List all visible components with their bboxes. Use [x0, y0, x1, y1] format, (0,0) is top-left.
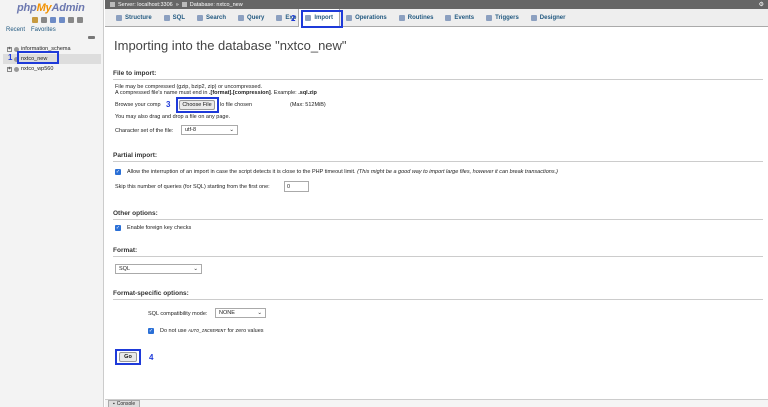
breadcrumb-server[interactable]: Server: localhost:3306 [118, 2, 173, 8]
console-toggle[interactable]: ▪ Console [108, 400, 141, 407]
allow-interrupt-label: Allow the interruption of an import in c… [127, 169, 558, 175]
breadcrumb-database[interactable]: Database: nxtco_new [190, 2, 243, 8]
main-tabs: Structure SQL Search Query Exp Import Op… [105, 8, 768, 27]
divider [113, 299, 763, 300]
divider [113, 79, 763, 80]
foreign-key-checkbox[interactable]: ✓ [115, 225, 121, 231]
designer-icon [530, 14, 537, 21]
phpmyadmin-logo[interactable]: phpMyAdmin [17, 2, 85, 14]
max-size: (Max: 512MiB) [290, 102, 326, 108]
logout-icon[interactable] [41, 17, 47, 23]
nav-icon-row [32, 17, 83, 23]
divider [113, 256, 763, 257]
auto-increment-label: Do not use AUTO_INCREMENT for zero value… [160, 328, 264, 334]
main-content: Importing into the database "nxtco_new" … [105, 28, 768, 407]
chevron-down-icon: ⌄ [229, 127, 234, 133]
highlight-box-1 [17, 51, 59, 64]
compat-mode-label: SQL compatibility mode: [148, 311, 208, 317]
annotation-3: 3 [166, 100, 171, 109]
tab-search[interactable]: Search [191, 9, 232, 27]
chevron-down-icon: ⌄ [193, 266, 198, 272]
charset-label: Character set of the file: [115, 128, 174, 134]
no-file-chosen: lo file chosen [220, 102, 253, 108]
tab-events[interactable]: Events [439, 9, 480, 27]
allow-interrupt-checkbox[interactable]: ✓ [115, 169, 121, 175]
highlight-box-4 [115, 349, 141, 365]
server-icon [110, 2, 115, 7]
db-item-nxtco-wp560[interactable]: + nxtco_wp560 [3, 64, 101, 74]
expand-icon[interactable]: + [7, 46, 12, 52]
favorites-tab[interactable]: Favorites [31, 27, 56, 33]
file-section-heading: File to import: [113, 70, 157, 77]
foreign-key-label: Enable foreign key checks [127, 225, 192, 231]
format-specific-heading: Format-specific options: [113, 290, 189, 297]
home-icon[interactable] [32, 17, 38, 23]
query-icon [238, 14, 245, 21]
tab-designer[interactable]: Designer [525, 9, 572, 27]
tab-structure[interactable]: Structure [110, 9, 158, 27]
structure-icon [116, 14, 122, 21]
page-title: Importing into the database "nxtco_new" [114, 38, 347, 53]
compression-ext-info: A compressed file's name must end in .[f… [115, 90, 317, 96]
drag-drop-hint: You may also drag and drop a file on any… [115, 114, 231, 120]
skip-queries-input[interactable]: 0 [284, 181, 309, 192]
database-icon [181, 2, 187, 7]
clock-icon [445, 14, 452, 21]
routines-icon [398, 14, 405, 21]
sql-icon [163, 14, 170, 21]
reload-icon[interactable] [77, 17, 83, 23]
divider [113, 161, 763, 162]
highlight-box-2 [301, 10, 343, 28]
recent-favorites: Recent Favorites [6, 27, 56, 33]
collapse-all-icon[interactable] [88, 36, 95, 39]
settings-icon[interactable] [68, 17, 74, 23]
export-icon [276, 14, 283, 21]
triggers-icon [486, 14, 493, 21]
gear-icon[interactable]: ⚙ [759, 1, 764, 8]
divider [113, 219, 763, 220]
console-icon: ▪ [113, 401, 115, 407]
recent-tab[interactable]: Recent [6, 27, 25, 33]
tab-query[interactable]: Query [232, 9, 270, 27]
tab-sql[interactable]: SQL [158, 9, 191, 27]
compat-mode-select[interactable]: NONE ⌄ [215, 308, 266, 318]
chevron-down-icon: ⌄ [257, 310, 262, 316]
database-icon [14, 66, 19, 72]
docs-icon[interactable] [59, 17, 65, 23]
format-select[interactable]: SQL ⌄ [115, 264, 202, 274]
browse-label: Browse your comp [115, 102, 161, 108]
charset-select[interactable]: utf-8 ⌄ [181, 125, 238, 135]
search-icon [197, 14, 204, 21]
annotation-2: 2 [291, 14, 296, 23]
annotation-1: 1 [8, 53, 13, 62]
wrench-icon [346, 14, 353, 21]
expand-icon[interactable]: + [7, 66, 12, 72]
navigation-sidebar: phpMyAdmin Recent Favorites + informatio… [0, 0, 104, 407]
tab-triggers[interactable]: Triggers [480, 9, 525, 27]
tab-routines[interactable]: Routines [393, 9, 440, 27]
breadcrumb-separator: » [175, 1, 179, 8]
help-icon[interactable] [50, 17, 56, 23]
partial-import-heading: Partial import: [113, 152, 158, 159]
highlight-box-3 [176, 97, 219, 113]
annotation-4: 4 [149, 353, 154, 362]
skip-queries-label: Skip this number of queries (for SQL) st… [115, 184, 270, 190]
console-bar: ▪ Console [105, 399, 768, 407]
format-heading: Format: [113, 247, 138, 254]
tab-operations[interactable]: Operations [340, 9, 393, 27]
auto-increment-checkbox[interactable]: ✓ [148, 328, 154, 334]
other-options-heading: Other options: [113, 210, 158, 217]
